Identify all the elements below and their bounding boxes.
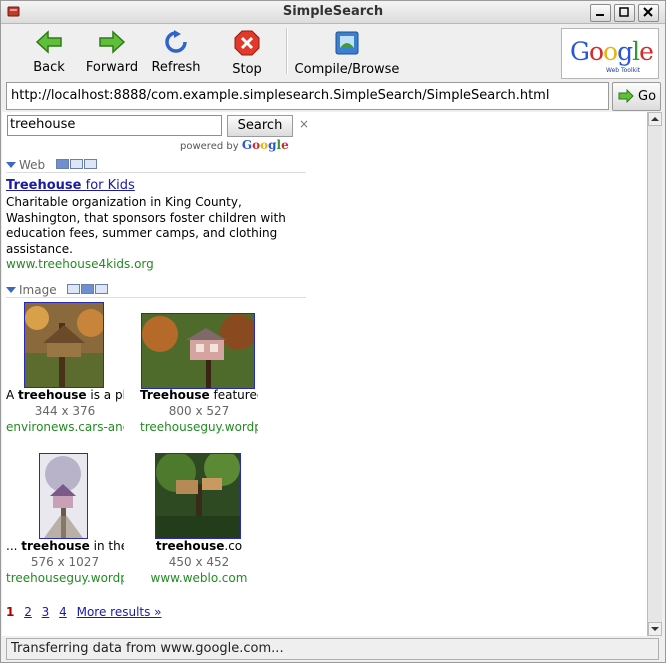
web-result-title-bold: Treehouse [6,178,82,193]
image-dimensions: 576 x 1027 [30,555,100,569]
image-caption: Treehouse featured [140,388,258,402]
page-content: treehouse Search × powered by Google Web… [2,112,647,636]
scroll-down-button[interactable] [648,622,662,636]
treehouse-thumbnail[interactable] [141,313,255,389]
search-input[interactable]: treehouse [7,115,222,136]
compile-icon [335,31,359,55]
view-modes [55,158,97,172]
web-result-description: Charitable organization in King County, … [6,195,286,256]
browser-window: SimpleSearch Back Forward Refresh Stop C… [0,0,666,663]
single-view-icon[interactable] [67,284,81,294]
forward-arrow-icon [99,30,126,54]
page-1: 1 [6,605,15,619]
scroll-up-icon [651,117,659,121]
minimize-button[interactable] [590,4,611,22]
toolbar: Back Forward Refresh Stop Compile/Browse… [1,24,665,80]
maximize-button[interactable] [614,4,635,22]
image-site[interactable]: environews.cars-and [6,420,124,434]
page-2-link[interactable]: 2 [24,605,32,619]
web-section-header[interactable]: Web [6,158,306,173]
close-button[interactable] [638,4,659,22]
full-view-icon[interactable] [95,284,109,294]
forward-button[interactable]: Forward [85,28,139,76]
compile-label: Compile/Browse [294,62,400,77]
url-field[interactable]: http://localhost:8888/com.example.simple… [6,82,609,110]
stop-label: Stop [232,62,262,77]
gwt-logo: Google Web Toolkit [561,28,659,79]
refresh-icon [165,30,187,53]
full-view-icon[interactable] [84,159,97,169]
treehouse-thumbnail[interactable] [155,453,241,539]
clear-results-icon[interactable]: × [299,117,309,131]
image-site[interactable]: www.weblo.com [140,571,258,585]
title-bar: SimpleSearch [1,1,665,24]
treehouse-thumbnail[interactable] [24,302,104,388]
web-section-label: Web [19,158,46,172]
web-result-title-rest: for Kids [81,178,135,193]
go-arrow-icon [618,89,634,103]
compile-browse-button[interactable]: Compile/Browse [294,28,400,77]
partial-view-icon[interactable] [70,159,83,169]
refresh-label: Refresh [151,60,201,75]
powered-by: powered by Google [180,138,289,152]
gwt-subtitle: Web Toolkit [606,67,641,74]
partial-view-icon[interactable] [81,284,95,294]
vertical-scrollbar[interactable] [647,112,662,636]
scroll-down-icon [651,627,659,631]
powered-by-brand: Google [241,138,289,152]
treehouse-thumbnail[interactable] [39,453,88,539]
image-dimensions: 450 x 452 [168,555,230,569]
back-arrow-icon [35,30,62,54]
image-section-label: Image [19,283,57,297]
url-text: http://localhost:8888/com.example.simple… [11,88,550,103]
back-button[interactable]: Back [30,28,68,76]
maximize-icon [619,7,629,17]
page-4-link[interactable]: 4 [59,605,67,619]
window-title: SimpleSearch [282,4,384,19]
web-result-url: www.treehouse4kids.org [6,257,154,271]
image-site[interactable]: treehouseguy.wordp [140,420,258,434]
image-dimensions: 800 x 527 [168,404,230,418]
more-results-link[interactable]: More results » [77,605,162,619]
minimize-icon [596,14,604,16]
image-dimensions: 344 x 376 [34,404,96,418]
go-label: Go [638,89,657,104]
image-caption: A treehouse is a pl [6,388,124,402]
stop-button[interactable]: Stop [229,28,265,77]
search-button[interactable]: Search [227,115,293,137]
page-3-link[interactable]: 3 [42,605,50,619]
pagination: 1 2 3 4 More results » [6,605,168,619]
google-logo-text: Google [570,37,654,66]
toolbar-separator [286,28,288,74]
stop-icon [234,30,260,56]
forward-label: Forward [85,60,139,75]
image-section-header[interactable]: Image [6,283,306,298]
status-bar: Transferring data from www.google.com... [6,638,659,660]
status-text: Transferring data from www.google.com... [11,641,284,656]
refresh-button[interactable]: Refresh [151,28,201,76]
image-site[interactable]: treehouseguy.wordp [6,571,124,585]
single-view-icon[interactable] [56,159,69,169]
powered-by-text: powered by [180,141,239,152]
collapse-triangle-icon [6,287,16,293]
image-caption: treehouse.co [155,539,243,553]
go-button[interactable]: Go [612,82,661,111]
view-modes [66,283,109,297]
close-icon [643,7,653,17]
web-result-title[interactable]: Treehouse for Kids [6,178,135,193]
back-label: Back [33,60,65,75]
image-caption: ... treehouse in the [6,539,124,553]
scroll-up-button[interactable] [648,112,662,126]
collapse-triangle-icon [6,162,16,168]
search-query: treehouse [10,117,76,132]
